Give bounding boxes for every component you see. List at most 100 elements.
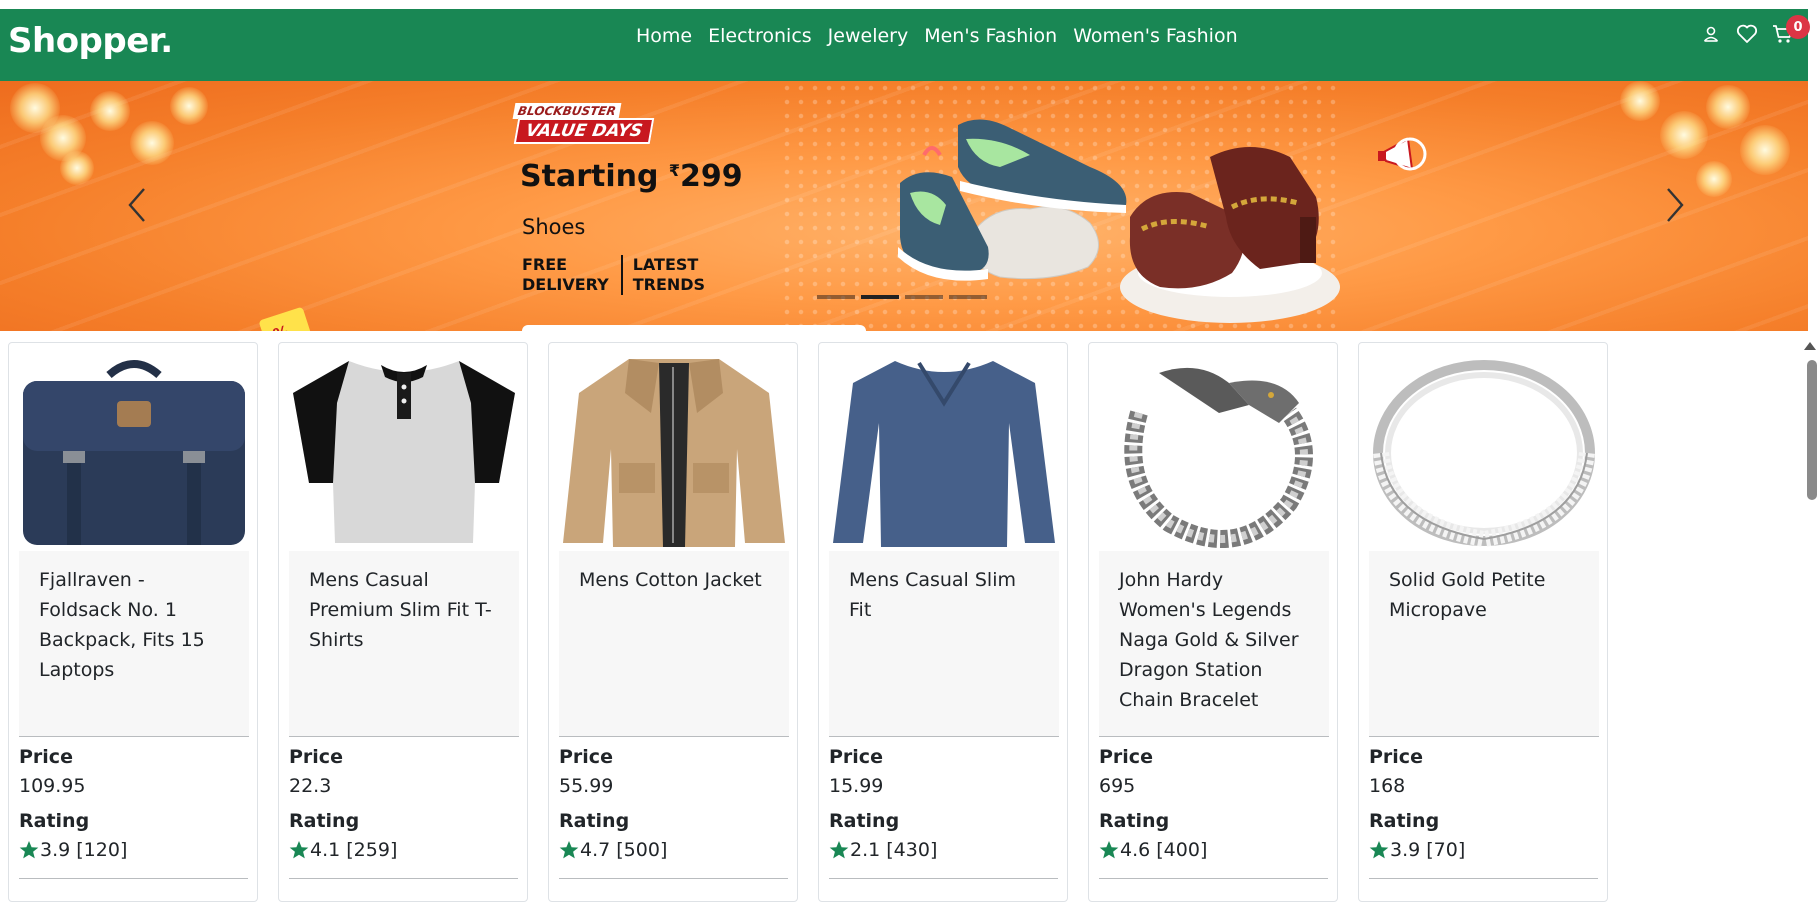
product-title[interactable]: Fjallraven - Foldsack No. 1 Backpack, Fi… — [19, 551, 249, 737]
price-value: 168 — [1369, 775, 1406, 797]
heart-icon[interactable] — [1736, 23, 1758, 45]
rating-value: 3.9 [120] — [19, 835, 248, 865]
rating-value: 4.6 [400] — [1099, 835, 1328, 865]
rating-score: 3.9 — [40, 839, 71, 861]
price-value: 15.99 — [829, 775, 884, 797]
nav-links: Home Electronics Jewelery Men's Fashion … — [636, 9, 1238, 63]
promo-strip — [522, 325, 866, 331]
price-label: Price — [559, 746, 613, 768]
product-grid: Fjallraven - Foldsack No. 1 Backpack, Fi… — [8, 342, 1608, 902]
promo-category: Shoes — [522, 215, 586, 239]
rating-count: [430] — [886, 839, 938, 861]
carousel-indicator-3[interactable] — [905, 295, 943, 299]
rating-count: [120] — [76, 839, 128, 861]
price-value: 695 — [1099, 775, 1136, 797]
rating-score: 4.7 — [580, 839, 611, 861]
promo-badge-bottom: VALUE DAYS — [513, 118, 655, 144]
feature-1-line-1: FREE — [522, 255, 568, 274]
product-image[interactable] — [289, 353, 519, 551]
bokeh-light — [1620, 81, 1660, 121]
rating-label: Rating — [1369, 810, 1440, 832]
promo-price-value: 299 — [680, 159, 743, 194]
rating-value: 4.7 [500] — [559, 835, 788, 865]
nav-link-jewelery[interactable]: Jewelery — [828, 25, 909, 47]
product-card[interactable]: Mens Casual Premium Slim Fit T-Shirts Pr… — [278, 342, 528, 902]
rating-label: Rating — [559, 810, 630, 832]
chevron-left-icon — [128, 188, 145, 222]
carousel-indicator-4[interactable] — [949, 295, 987, 299]
tshirt-image — [293, 361, 515, 543]
star-icon — [19, 841, 39, 859]
brand-logo[interactable]: Shopper. — [8, 21, 173, 61]
nav-link-womens-fashion[interactable]: Women's Fashion — [1073, 25, 1237, 47]
bokeh-light — [90, 91, 130, 131]
star-icon — [1099, 841, 1119, 859]
price-label: Price — [1369, 746, 1423, 768]
promo-price: Starting ₹299 — [520, 159, 743, 194]
promo-badge-top: BLOCKBUSTER — [512, 103, 622, 119]
feature-free-delivery: FREE DELIVERY — [522, 255, 623, 295]
carousel-indicator-2[interactable] — [861, 295, 899, 299]
bokeh-light — [170, 87, 208, 125]
product-title[interactable]: Mens Casual Slim Fit — [829, 551, 1059, 737]
rating-label: Rating — [19, 810, 90, 832]
user-icon[interactable] — [1700, 23, 1722, 45]
product-image[interactable] — [1369, 353, 1599, 551]
product-card[interactable]: John Hardy Women's Legends Naga Gold & S… — [1088, 342, 1338, 902]
nav-link-electronics[interactable]: Electronics — [708, 25, 812, 47]
rating-label: Rating — [1099, 810, 1170, 832]
chevron-right-icon — [1667, 188, 1684, 222]
product-card[interactable]: Mens Casual Slim Fit Price 15.99 Rating … — [818, 342, 1068, 902]
cart-icon[interactable]: 0 — [1772, 15, 1810, 45]
feature-latest-trends: LATEST TRENDS — [623, 255, 705, 295]
rating-score: 2.1 — [850, 839, 881, 861]
product-title[interactable]: Mens Casual Premium Slim Fit T-Shirts — [289, 551, 519, 737]
product-image[interactable] — [829, 353, 1059, 551]
carousel-indicator-1[interactable] — [817, 295, 855, 299]
rating-label: Rating — [829, 810, 900, 832]
feature-2-line-2: TRENDS — [632, 275, 706, 294]
product-image[interactable] — [559, 353, 789, 551]
carousel-prev-button[interactable] — [122, 185, 152, 225]
cart-count-badge: 0 — [1786, 15, 1810, 39]
backpack-image — [23, 360, 245, 545]
hero-carousel: BLOCKBUSTER VALUE DAYS Starting ₹299 Sho… — [0, 81, 1808, 331]
rating-count: [70] — [1426, 839, 1466, 861]
star-icon — [289, 841, 309, 859]
product-title[interactable]: Mens Cotton Jacket — [559, 551, 789, 737]
star-icon — [1369, 841, 1389, 859]
rating-score: 3.9 — [1390, 839, 1421, 861]
rating-count: [400] — [1156, 839, 1208, 861]
scroll-up-arrow-icon[interactable] — [1804, 342, 1816, 350]
bokeh-light — [60, 151, 94, 185]
promo-badge: BLOCKBUSTER VALUE DAYS — [512, 103, 655, 144]
product-title[interactable]: John Hardy Women's Legends Naga Gold & S… — [1099, 551, 1329, 737]
scrollbar-thumb[interactable] — [1807, 360, 1817, 500]
nav-link-mens-fashion[interactable]: Men's Fashion — [924, 25, 1057, 47]
jacket-image — [563, 359, 785, 547]
product-image[interactable] — [1099, 353, 1329, 551]
ring-image — [1373, 360, 1595, 548]
price-value: 22.3 — [289, 775, 332, 797]
card-divider — [19, 878, 248, 879]
nav-icons: 0 — [1700, 15, 1810, 45]
carousel-next-button[interactable] — [1660, 185, 1690, 225]
product-title[interactable]: Solid Gold Petite Micropave — [1369, 551, 1599, 737]
rating-count: [500] — [616, 839, 668, 861]
longsleeve-image — [833, 361, 1055, 547]
bracelet-image — [1124, 367, 1313, 548]
feature-1-line-2: DELIVERY — [522, 275, 609, 294]
bokeh-light — [1696, 161, 1732, 197]
price-value: 109.95 — [19, 775, 86, 797]
bokeh-light — [130, 121, 174, 165]
product-card[interactable]: Solid Gold Petite Micropave Price 168 Ra… — [1358, 342, 1608, 902]
currency-symbol: ₹ — [668, 161, 681, 180]
carousel-indicators — [817, 295, 987, 299]
product-card[interactable]: Mens Cotton Jacket Price 55.99 Rating 4.… — [548, 342, 798, 902]
card-divider — [829, 878, 1058, 879]
percent-tag-decoration: % — [259, 307, 311, 331]
product-card[interactable]: Fjallraven - Foldsack No. 1 Backpack, Fi… — [8, 342, 258, 902]
price-label: Price — [829, 746, 883, 768]
product-image[interactable] — [19, 353, 249, 551]
nav-link-home[interactable]: Home — [636, 25, 692, 47]
